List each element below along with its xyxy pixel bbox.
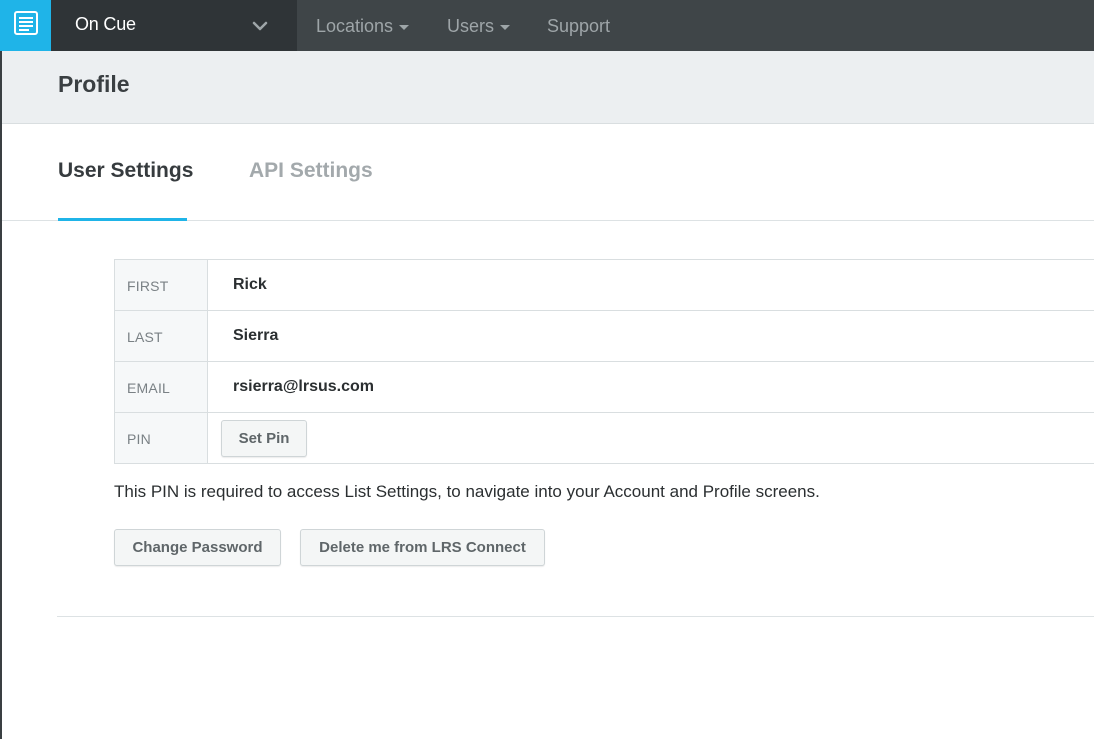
list-document-icon bbox=[12, 9, 40, 42]
tab-api-settings[interactable]: API Settings bbox=[249, 159, 373, 183]
account-name: On Cue bbox=[75, 14, 136, 34]
nav-support[interactable]: Support bbox=[547, 16, 610, 37]
first-name-label: FIRST bbox=[127, 278, 169, 294]
nav-users-label: Users bbox=[447, 16, 495, 36]
table-row: PIN Set Pin bbox=[115, 413, 1094, 464]
nav-locations-label: Locations bbox=[316, 16, 394, 36]
field-label-cell: EMAIL bbox=[115, 362, 208, 412]
last-name-value: Sierra bbox=[233, 327, 279, 344]
app-logo[interactable] bbox=[0, 0, 51, 51]
profile-fields-table: FIRST Rick LAST Sierra EMAIL rsierra@lrs… bbox=[114, 259, 1094, 464]
field-label-cell: FIRST bbox=[115, 260, 208, 310]
email-label: EMAIL bbox=[127, 380, 171, 396]
caret-down-icon bbox=[399, 24, 410, 30]
field-label-cell: LAST bbox=[115, 311, 208, 361]
field-label-cell: PIN bbox=[115, 413, 208, 463]
caret-down-icon bbox=[500, 24, 511, 30]
table-row: FIRST Rick bbox=[115, 260, 1094, 311]
top-navbar: On Cue Locations Users Support bbox=[0, 0, 1094, 51]
last-name-label: LAST bbox=[127, 329, 163, 345]
first-name-value: Rick bbox=[233, 276, 267, 293]
set-pin-button[interactable]: Set Pin bbox=[221, 420, 307, 457]
table-row: LAST Sierra bbox=[115, 311, 1094, 362]
pin-label: PIN bbox=[127, 431, 151, 447]
table-row: EMAIL rsierra@lrsus.com bbox=[115, 362, 1094, 413]
nav-users[interactable]: Users bbox=[447, 16, 511, 37]
email-value: rsierra@lrsus.com bbox=[233, 378, 375, 395]
pin-help-text: This PIN is required to access List Sett… bbox=[114, 482, 820, 501]
chevron-down-icon bbox=[251, 17, 269, 35]
nav-locations[interactable]: Locations bbox=[316, 16, 410, 37]
active-tab-indicator bbox=[58, 218, 187, 221]
tab-user-settings[interactable]: User Settings bbox=[58, 159, 193, 183]
page-header: Profile bbox=[2, 51, 1094, 124]
change-password-button[interactable]: Change Password bbox=[114, 529, 281, 566]
settings-tabs: User Settings API Settings bbox=[2, 124, 1094, 221]
account-selector[interactable]: On Cue bbox=[51, 0, 297, 51]
page-title: Profile bbox=[58, 71, 130, 97]
nav-support-label: Support bbox=[547, 16, 611, 36]
delete-account-button[interactable]: Delete me from LRS Connect bbox=[300, 529, 545, 566]
section-divider bbox=[57, 616, 1094, 617]
